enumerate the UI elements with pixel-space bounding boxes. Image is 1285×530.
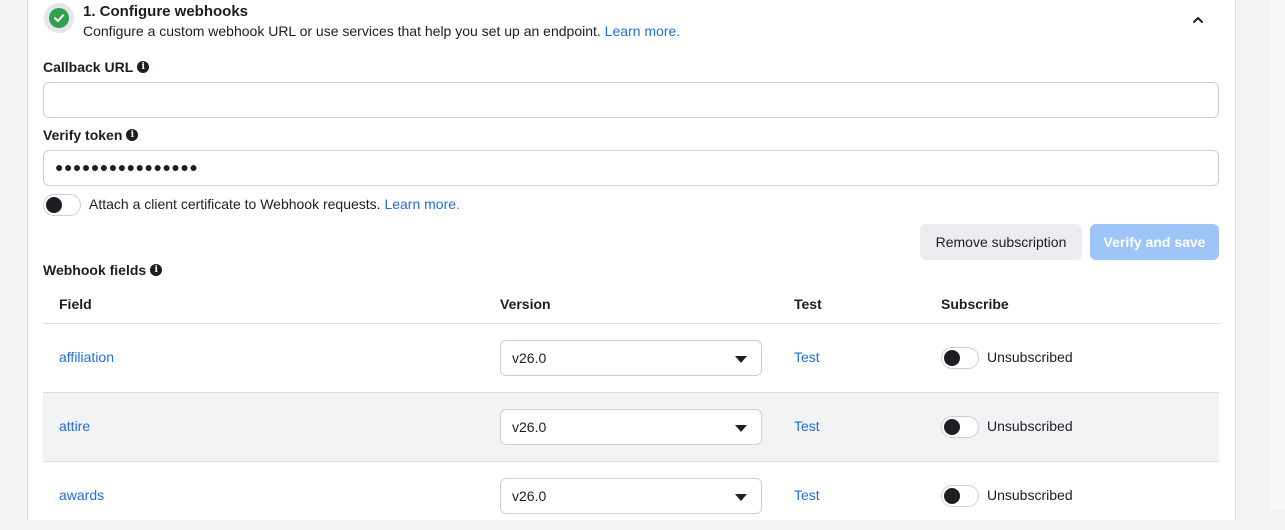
certificate-learn-more-link[interactable]: Learn more. bbox=[384, 196, 459, 212]
caret-down-icon bbox=[735, 425, 747, 432]
caret-down-icon bbox=[735, 356, 747, 363]
callback-url-input[interactable] bbox=[43, 82, 1219, 118]
test-link[interactable]: Test bbox=[794, 487, 820, 503]
subscribe-toggle[interactable] bbox=[941, 416, 979, 438]
field-name-link[interactable]: attire bbox=[59, 418, 90, 434]
subscription-status: Unsubscribed bbox=[987, 487, 1073, 503]
learn-more-link[interactable]: Learn more. bbox=[605, 23, 680, 39]
column-header-test: Test bbox=[794, 296, 822, 312]
scrollbar-track[interactable] bbox=[1270, 0, 1285, 510]
version-select[interactable]: v26.0 bbox=[500, 340, 762, 376]
table-row: attire v26.0 Test Unsubscribed bbox=[43, 392, 1219, 461]
verify-token-label-text: Verify token bbox=[43, 127, 123, 143]
verify-token-input[interactable] bbox=[43, 150, 1219, 186]
certificate-text-label: Attach a client certificate to Webhook r… bbox=[89, 196, 381, 212]
subscription-status: Unsubscribed bbox=[987, 418, 1073, 434]
certificate-text: Attach a client certificate to Webhook r… bbox=[89, 196, 460, 212]
info-icon[interactable]: i bbox=[150, 264, 163, 276]
subscription-status: Unsubscribed bbox=[987, 349, 1073, 365]
section-description-text: Configure a custom webhook URL or use se… bbox=[83, 23, 601, 39]
client-certificate-toggle[interactable] bbox=[43, 194, 81, 216]
version-select[interactable]: v26.0 bbox=[500, 478, 762, 514]
field-name-link[interactable]: affiliation bbox=[59, 349, 114, 365]
subscribe-toggle[interactable] bbox=[941, 485, 979, 507]
table-row: awards v26.0 Test Unsubscribed bbox=[43, 461, 1219, 530]
table-row: affiliation v26.0 Test Unsubscribed bbox=[43, 323, 1219, 392]
test-link[interactable]: Test bbox=[794, 418, 820, 434]
version-select-value: v26.0 bbox=[512, 350, 547, 366]
remove-subscription-button[interactable]: Remove subscription bbox=[920, 224, 1082, 260]
check-circle-icon bbox=[44, 3, 74, 33]
callback-url-label: Callback URL i bbox=[43, 59, 150, 75]
column-header-subscribe: Subscribe bbox=[941, 296, 1009, 312]
section-title: 1. Configure webhooks bbox=[83, 3, 249, 20]
test-link[interactable]: Test bbox=[794, 349, 820, 365]
caret-down-icon bbox=[735, 494, 747, 501]
verify-and-save-button[interactable]: Verify and save bbox=[1090, 224, 1219, 260]
subscribe-toggle[interactable] bbox=[941, 347, 979, 369]
verify-token-value: ●●●●●●●●●●●●●●●● bbox=[55, 159, 199, 175]
version-select-value: v26.0 bbox=[512, 419, 547, 435]
webhook-fields-label-text: Webhook fields bbox=[43, 262, 147, 278]
webhook-fields-label: Webhook fields i bbox=[43, 262, 163, 278]
toggle-knob bbox=[46, 197, 62, 213]
toggle-knob bbox=[944, 350, 960, 366]
version-select[interactable]: v26.0 bbox=[500, 409, 762, 445]
column-header-field: Field bbox=[59, 296, 92, 312]
section-description: Configure a custom webhook URL or use se… bbox=[83, 23, 680, 39]
version-select-value: v26.0 bbox=[512, 488, 547, 504]
chevron-up-icon[interactable] bbox=[1190, 12, 1206, 28]
info-icon[interactable]: i bbox=[126, 129, 139, 141]
column-header-version: Version bbox=[500, 296, 551, 312]
info-icon[interactable]: i bbox=[137, 61, 150, 73]
toggle-knob bbox=[944, 419, 960, 435]
callback-url-label-text: Callback URL bbox=[43, 59, 134, 75]
toggle-knob bbox=[944, 488, 960, 504]
field-name-link[interactable]: awards bbox=[59, 487, 104, 503]
verify-token-label: Verify token i bbox=[43, 127, 139, 143]
